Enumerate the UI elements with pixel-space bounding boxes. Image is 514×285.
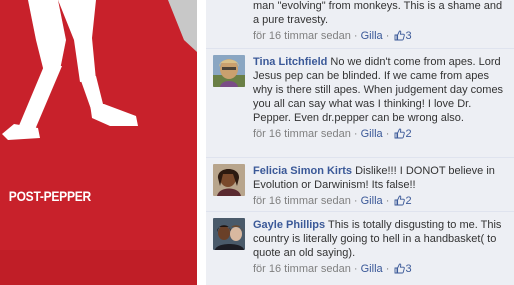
comment-text: man "evolving" from monkeys. This is a s…	[253, 0, 503, 26]
like-count-value: 2	[405, 128, 412, 140]
like-count[interactable]: 2	[392, 128, 412, 140]
thumbs-up-icon	[394, 128, 406, 139]
divider	[197, 0, 206, 285]
like-count-value: 3	[405, 30, 412, 42]
comment-item: Gayle Phillips This is totally disgustin…	[206, 212, 514, 285]
walking-figure-illustration	[0, 0, 197, 285]
comment-item: Felicia Simon Kirts Dislike!!! I DONOT b…	[206, 158, 514, 212]
comment-item: man "evolving" from monkeys. This is a s…	[206, 0, 514, 49]
comment-meta: för 16 timmar sedan · Gilla · 3	[253, 262, 511, 276]
meta-separator: ·	[353, 128, 358, 140]
like-count[interactable]: 2	[392, 195, 412, 207]
like-count[interactable]: 3	[392, 263, 412, 275]
comment-timestamp[interactable]: för 16 timmar sedan	[253, 195, 351, 207]
thumbs-up-icon	[394, 30, 406, 41]
meta-separator: ·	[353, 195, 358, 207]
like-count-value: 2	[405, 195, 412, 207]
thumbs-up-icon	[394, 263, 406, 274]
comment-timestamp[interactable]: för 16 timmar sedan	[253, 128, 351, 140]
like-count[interactable]: 3	[392, 30, 412, 42]
thumbs-up-icon	[394, 195, 406, 206]
comment-timestamp[interactable]: för 16 timmar sedan	[253, 263, 351, 275]
comment-author[interactable]: Felicia Simon Kirts	[253, 165, 352, 177]
post-image[interactable]: POST-PEPPER	[0, 0, 197, 285]
avatar[interactable]	[213, 55, 245, 87]
like-link[interactable]: Gilla	[361, 195, 383, 207]
comments-list: man "evolving" from monkeys. This is a s…	[206, 0, 514, 285]
like-count-value: 3	[405, 263, 412, 275]
meta-separator: ·	[353, 263, 358, 275]
comment-timestamp[interactable]: för 16 timmar sedan	[253, 30, 351, 42]
comment-meta: för 16 timmar sedan · Gilla · 2	[253, 194, 511, 208]
comment-item: Tina Litchfield No we didn't come from a…	[206, 49, 514, 158]
meta-separator: ·	[385, 128, 390, 140]
comment-meta: för 16 timmar sedan · Gilla · 2	[253, 127, 511, 141]
like-link[interactable]: Gilla	[361, 30, 383, 42]
like-link[interactable]: Gilla	[361, 128, 383, 140]
like-link[interactable]: Gilla	[361, 263, 383, 275]
meta-separator: ·	[353, 30, 358, 42]
avatar[interactable]	[213, 218, 245, 250]
meta-separator: ·	[385, 195, 390, 207]
comment-meta: för 16 timmar sedan · Gilla · 3	[253, 29, 511, 43]
ad-caption: POST-PEPPER	[8, 188, 91, 204]
comment-author[interactable]: Tina Litchfield	[253, 56, 327, 68]
meta-separator: ·	[385, 30, 390, 42]
meta-separator: ·	[385, 263, 390, 275]
comment-author[interactable]: Gayle Phillips	[253, 219, 325, 231]
avatar[interactable]	[213, 164, 245, 196]
